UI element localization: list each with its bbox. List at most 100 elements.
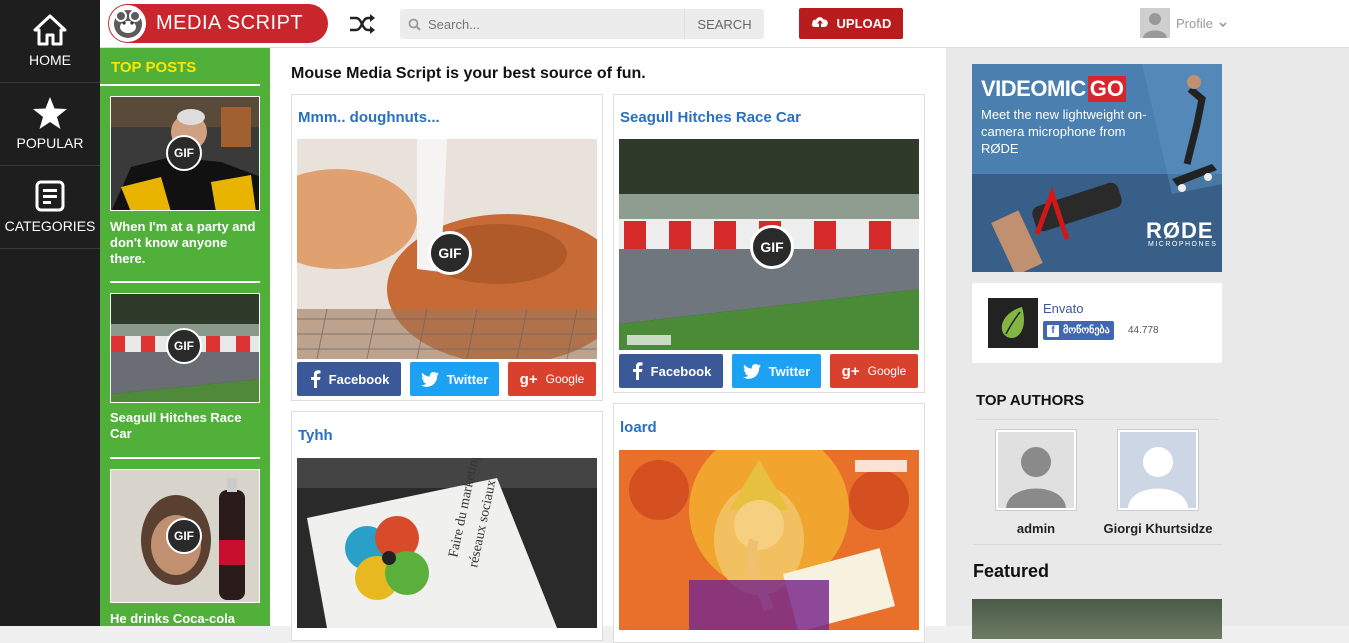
nav-item-popular[interactable]: POPULAR: [0, 83, 100, 166]
gif-badge: GIF: [750, 225, 794, 269]
post-title[interactable]: Seagull Hitches Race Car: [620, 109, 801, 126]
nav-label-popular: POPULAR: [16, 135, 84, 151]
home-icon: [0, 12, 100, 48]
facebook-icon: [632, 362, 643, 380]
top-post-thumbnail[interactable]: GIF: [110, 96, 260, 211]
share-buttons: Facebook Twitter g+ Google: [297, 362, 596, 396]
post-card: Tyhh Faire du marketing réseaux sociaux: [291, 411, 603, 641]
chevron-down-icon: [1219, 16, 1227, 31]
twitter-icon: [420, 371, 439, 387]
facebook-icon: f: [1047, 324, 1059, 337]
divider: [110, 457, 260, 459]
divider: [110, 281, 260, 283]
facebook-like-button[interactable]: f მოწონება: [1043, 321, 1114, 340]
mascot-icon: [109, 5, 146, 42]
gif-badge: GIF: [166, 135, 202, 171]
site-logo[interactable]: MEDIA SCRIPT: [108, 4, 328, 43]
header: MEDIA SCRIPT SEARCH UPLOAD Profile: [100, 0, 1349, 48]
top-post-item[interactable]: GIF He drinks Coca-cola: [110, 469, 260, 627]
search-input[interactable]: [428, 9, 684, 39]
search-button[interactable]: SEARCH: [684, 9, 764, 39]
post-image[interactable]: GIF: [297, 139, 597, 359]
advertisement-banner[interactable]: VIDEOMIC GO Meet the new lightweight on-…: [972, 64, 1222, 272]
page-title: Mouse Media Script is your best source o…: [291, 65, 646, 82]
facebook-label: Facebook: [328, 371, 390, 387]
profile-label: Profile: [1176, 15, 1213, 31]
twitter-share-button[interactable]: Twitter: [732, 354, 821, 388]
facebook-share-button[interactable]: Facebook: [297, 362, 401, 396]
top-post-item[interactable]: GIF When I'm at a party and don't know a…: [110, 96, 260, 267]
author-card[interactable]: Giorgi Khurtsidze: [1098, 429, 1218, 536]
nav-label-categories: CATEGORIES: [4, 218, 96, 234]
author-avatar[interactable]: [995, 429, 1077, 511]
avatar: [1140, 8, 1170, 38]
like-count: 44.778: [1128, 325, 1159, 336]
twitter-label: Twitter: [446, 371, 489, 387]
upload-button[interactable]: UPLOAD: [799, 8, 903, 39]
twitter-share-button[interactable]: Twitter: [410, 362, 499, 396]
right-sidebar: VIDEOMIC GO Meet the new lightweight on-…: [946, 48, 1349, 639]
shuffle-icon[interactable]: [348, 12, 376, 36]
gif-badge: GIF: [166, 328, 202, 364]
author-card[interactable]: admin: [994, 429, 1078, 536]
author-name[interactable]: admin: [994, 521, 1078, 536]
post-card: Seagull Hitches Race Car GIF Facebook Tw…: [613, 94, 925, 393]
nav-item-home[interactable]: HOME: [0, 0, 100, 83]
divider: [976, 419, 1219, 420]
top-posts-panel: TOP POSTS GIF When I'm at a party and do…: [100, 48, 270, 626]
author-avatar[interactable]: [1117, 429, 1199, 511]
ad-brand: VIDEOMIC GO: [981, 76, 1127, 102]
envato-name[interactable]: Envato: [1043, 301, 1083, 316]
google-share-button[interactable]: g+ Google: [830, 354, 918, 388]
categories-icon: [0, 178, 100, 214]
gif-badge: GIF: [428, 231, 472, 275]
top-post-caption[interactable]: Seagull Hitches Race Car: [110, 403, 260, 442]
divider: [973, 544, 1221, 545]
upload-label: UPLOAD: [836, 16, 892, 31]
twitter-icon: [742, 363, 761, 379]
twitter-label: Twitter: [768, 363, 811, 379]
top-post-item[interactable]: GIF Seagull Hitches Race Car: [110, 293, 260, 442]
post-image[interactable]: Faire du marketing réseaux sociaux: [297, 458, 597, 628]
post-image[interactable]: GIF: [619, 139, 919, 350]
top-authors-title: TOP AUTHORS: [976, 392, 1085, 409]
post-card: loard: [613, 403, 925, 643]
top-post-thumbnail[interactable]: GIF: [110, 293, 260, 403]
google-label: Google: [867, 364, 907, 378]
post-title[interactable]: Mmm.. doughnuts...: [298, 109, 440, 126]
facebook-icon: [310, 370, 321, 388]
cloud-upload-icon: [811, 15, 829, 32]
featured-image[interactable]: [972, 599, 1222, 639]
search-bar: SEARCH: [400, 9, 764, 39]
envato-logo-icon[interactable]: [988, 298, 1038, 348]
facebook-share-button[interactable]: Facebook: [619, 354, 723, 388]
google-label: Google: [545, 372, 585, 386]
top-posts-title: TOP POSTS: [100, 48, 260, 86]
logo-text: MEDIA SCRIPT: [156, 12, 304, 34]
gif-badge: GIF: [166, 518, 202, 554]
post-title[interactable]: loard: [620, 419, 657, 436]
author-name[interactable]: Giorgi Khurtsidze: [1098, 521, 1218, 536]
google-plus-icon: g+: [519, 370, 538, 388]
search-icon: [400, 9, 428, 39]
top-post-caption[interactable]: When I'm at a party and don't know anyon…: [110, 211, 260, 267]
featured-title: Featured: [973, 561, 1050, 581]
like-label: მოწონება: [1063, 325, 1110, 336]
envato-widget: Envato f მოწონება 44.778: [972, 283, 1222, 363]
nav-item-categories[interactable]: CATEGORIES: [0, 166, 100, 249]
post-title[interactable]: Tyhh: [298, 427, 333, 444]
post-card: Mmm.. doughnuts... GIF Facebook Twitter …: [291, 94, 603, 401]
main-feed: Mouse Media Script is your best source o…: [270, 48, 946, 643]
ad-maker-sub: MICROPHONES: [1148, 241, 1218, 248]
google-share-button[interactable]: g+ Google: [508, 362, 596, 396]
ad-brand-text: VIDEOMIC: [981, 76, 1086, 101]
top-post-caption[interactable]: He drinks Coca-cola: [110, 603, 260, 627]
google-plus-icon: g+: [841, 362, 860, 380]
star-icon: [0, 95, 100, 131]
ad-tagline: Meet the new lightweight on-camera micro…: [981, 107, 1147, 156]
top-post-thumbnail[interactable]: GIF: [110, 469, 260, 603]
profile-menu[interactable]: Profile: [1140, 8, 1227, 38]
facebook-label: Facebook: [650, 363, 712, 379]
post-image[interactable]: [619, 450, 919, 630]
share-buttons: Facebook Twitter g+ Google: [619, 354, 918, 388]
